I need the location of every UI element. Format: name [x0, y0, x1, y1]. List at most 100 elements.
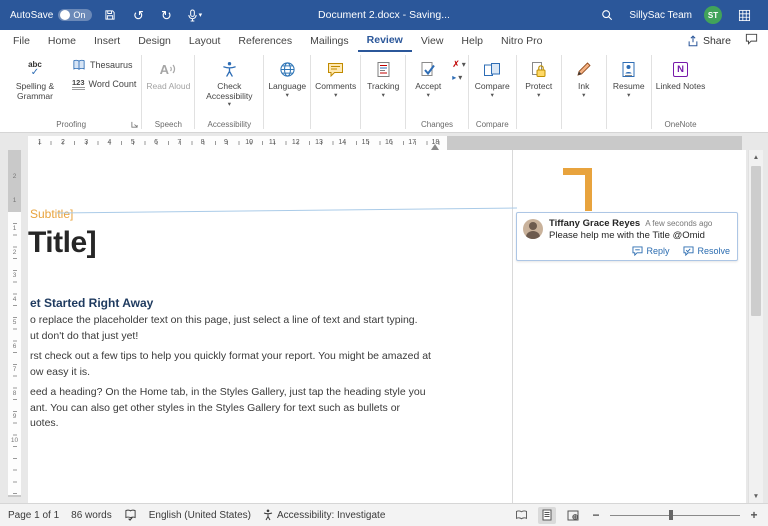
- tab-nitro-pro[interactable]: Nitro Pro: [492, 30, 551, 52]
- proofing-dialog-launcher-icon[interactable]: [131, 121, 138, 130]
- word-count-status[interactable]: 86 words: [71, 510, 112, 521]
- search-icon: [602, 10, 613, 21]
- reply-button[interactable]: Reply: [632, 246, 669, 256]
- vertical-ruler[interactable]: 2 1 1 2 3 4 5 6 7 8 9 10: [8, 150, 21, 497]
- language-button[interactable]: Language ▾: [265, 54, 309, 99]
- group-label-onenote: OneNote: [664, 120, 697, 129]
- autosave-toggle[interactable]: AutoSave On: [10, 9, 93, 21]
- dropdown-arrow-icon: ▾: [458, 73, 463, 82]
- share-label: Share: [702, 35, 731, 47]
- word-count-button[interactable]: 123 Word Count: [68, 76, 140, 92]
- document-body[interactable]: o replace the placeholder text on this p…: [30, 313, 450, 437]
- document-paragraph[interactable]: eed a heading? On the Home tab, in the S…: [30, 385, 450, 432]
- thesaurus-button[interactable]: Thesaurus: [68, 57, 140, 73]
- tab-insert[interactable]: Insert: [85, 30, 129, 52]
- spelling-grammar-button[interactable]: abc ✓ Spelling & Grammar: [2, 54, 68, 101]
- zoom-slider-thumb[interactable]: [668, 510, 673, 520]
- divider: [405, 55, 407, 129]
- group-label-proofing: Proofing: [2, 120, 140, 132]
- language-status[interactable]: English (United States): [149, 510, 251, 521]
- comments-button[interactable]: Comments ▾: [312, 54, 359, 99]
- next-change-button[interactable]: ▸ ▾: [452, 73, 466, 82]
- horizontal-ruler[interactable]: 1 2 3 4 5 6 7 8 9 10 11 12 13 14 15 16 17 18: [28, 136, 742, 150]
- web-layout-button[interactable]: [564, 507, 582, 524]
- dropdown-arrow-icon: ▾: [461, 60, 466, 69]
- proofing-status-button[interactable]: [124, 509, 137, 521]
- resume-button[interactable]: Resume ▾: [608, 54, 650, 99]
- resolve-button[interactable]: Resolve: [683, 246, 730, 256]
- accept-button[interactable]: Accept ▾: [407, 54, 449, 99]
- autosave-label: AutoSave: [10, 9, 54, 21]
- tab-home[interactable]: Home: [39, 30, 85, 52]
- microphone-icon: [187, 8, 197, 22]
- dropdown-arrow-icon: ▾: [582, 91, 586, 99]
- scroll-thumb[interactable]: [751, 166, 761, 316]
- titlebar: AutoSave On ↺ ↻ ▾ Document 2.docx - Savi…: [0, 0, 768, 30]
- onenote-icon: N: [673, 57, 689, 81]
- account-name[interactable]: SillySac Team: [629, 10, 692, 21]
- scroll-up-button[interactable]: ▲: [749, 150, 763, 164]
- tab-help[interactable]: Help: [452, 30, 492, 52]
- document-canvas: 1 2 3 4 5 6 7 8 9 10 11 12 13 14 15 16 17 18 2 1 12345678…: [0, 133, 768, 503]
- tab-design[interactable]: Design: [129, 30, 180, 52]
- next-change-icon: ▸: [452, 73, 457, 82]
- divider: [310, 55, 312, 129]
- save-button[interactable]: [100, 4, 120, 26]
- protect-lock-icon: [531, 57, 546, 81]
- dropdown-arrow-icon: ▾: [490, 91, 494, 99]
- comment-bubble-icon: [745, 33, 758, 45]
- vertical-scrollbar[interactable]: ▲ ▼: [748, 150, 763, 503]
- divider: [605, 55, 607, 129]
- accessibility-status[interactable]: Accessibility: Investigate: [263, 509, 385, 521]
- comments-panel-button[interactable]: [745, 32, 758, 50]
- document-paragraph[interactable]: rst check out a few tips to help you qui…: [30, 349, 450, 380]
- divider: [560, 55, 562, 129]
- tab-file[interactable]: File: [4, 30, 39, 52]
- dictate-button[interactable]: ▾: [184, 4, 204, 26]
- account-avatar[interactable]: ST: [704, 6, 722, 24]
- dropdown-arrow-icon: ▾: [285, 91, 289, 99]
- autosave-pill: On: [58, 9, 93, 21]
- ink-button[interactable]: Ink ▾: [563, 54, 605, 99]
- zoom-slider[interactable]: [610, 508, 740, 522]
- group-speech: A Read Aloud Speech: [143, 52, 193, 132]
- document-heading[interactable]: et Started Right Away: [30, 296, 153, 310]
- document-paragraph[interactable]: o replace the placeholder text on this p…: [30, 313, 450, 344]
- comment-card[interactable]: Tiffany Grace Reyes A few seconds ago Pl…: [516, 212, 738, 261]
- dropdown-arrow-icon: ▾: [537, 91, 541, 99]
- tab-mailings[interactable]: Mailings: [301, 30, 358, 52]
- read-mode-button[interactable]: [512, 507, 530, 524]
- compare-button[interactable]: Compare ▾: [471, 54, 513, 99]
- divider: [263, 55, 265, 129]
- apps-grid-button[interactable]: [734, 4, 754, 26]
- title-placeholder[interactable]: Title]: [28, 226, 97, 260]
- word-window: AutoSave On ↺ ↻ ▾ Document 2.docx - Savi…: [0, 0, 768, 526]
- page-number-status[interactable]: Page 1 of 1: [8, 510, 59, 521]
- tracking-button[interactable]: Tracking ▾: [362, 54, 404, 99]
- tab-view[interactable]: View: [412, 30, 453, 52]
- comment-author: Tiffany Grace Reyes: [549, 218, 641, 229]
- comment-text: Please help me with the Title @Omid: [549, 230, 705, 241]
- spellcheck-icon: abc ✓: [28, 60, 42, 78]
- tab-references[interactable]: References: [229, 30, 301, 52]
- comment-icon: [327, 57, 344, 81]
- tab-review[interactable]: Review: [357, 30, 412, 52]
- zoom-out-button[interactable]: −: [590, 508, 602, 522]
- group-compare: Compare ▾ Compare: [470, 52, 515, 132]
- group-label-speech: Speech: [154, 120, 182, 129]
- print-layout-button[interactable]: [538, 506, 556, 524]
- redo-button[interactable]: ↻: [156, 4, 176, 26]
- compare-icon: [483, 57, 501, 81]
- reject-button[interactable]: ✗ ▾: [452, 60, 466, 70]
- protect-button[interactable]: Protect ▾: [518, 54, 560, 99]
- share-button[interactable]: Share: [687, 35, 731, 47]
- check-accessibility-button[interactable]: Check Accessibility ▾: [196, 54, 262, 108]
- undo-button[interactable]: ↺: [128, 4, 148, 26]
- read-aloud-button[interactable]: A Read Aloud: [143, 54, 193, 92]
- zoom-in-button[interactable]: +: [748, 508, 760, 522]
- tab-layout[interactable]: Layout: [180, 30, 230, 52]
- scroll-down-button[interactable]: ▼: [749, 489, 763, 503]
- search-button[interactable]: [597, 4, 617, 26]
- dropdown-arrow-icon: ▾: [334, 91, 338, 99]
- linked-notes-button[interactable]: N Linked Notes: [653, 54, 709, 92]
